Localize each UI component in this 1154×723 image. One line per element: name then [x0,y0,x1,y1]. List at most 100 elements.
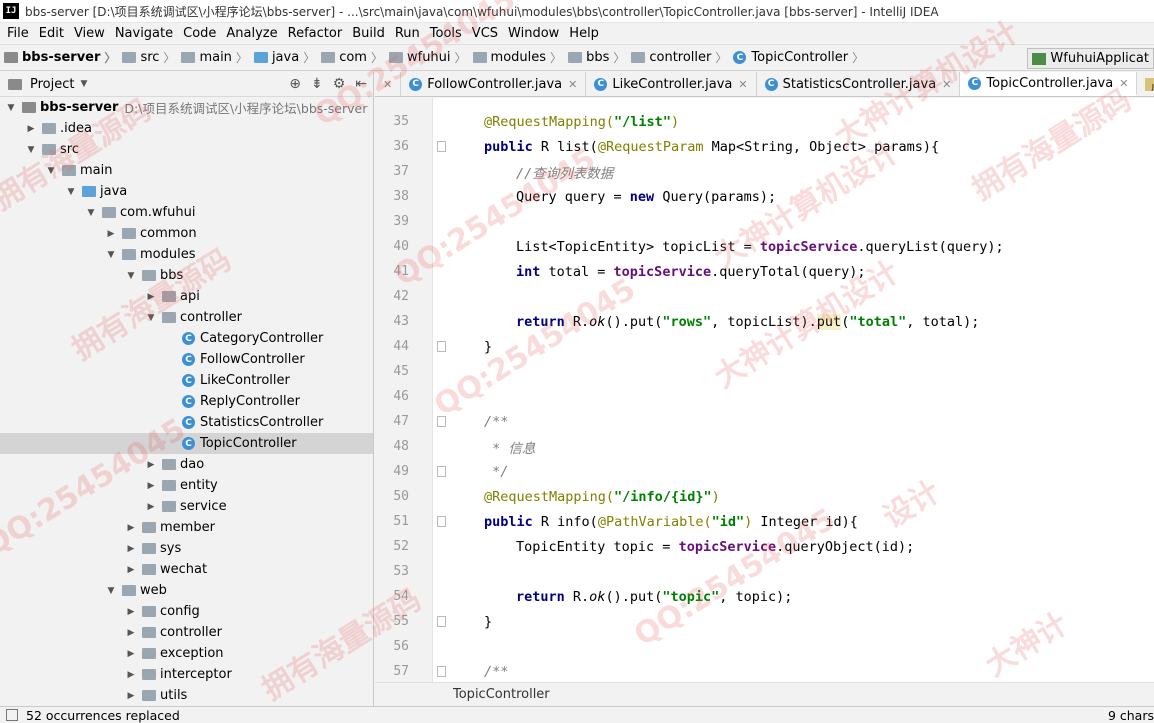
menu-navigate[interactable]: Navigate [110,26,178,41]
tree-item-web[interactable]: ▼ web [0,580,373,601]
tree-item-bbs[interactable]: ▼ bbs [0,265,373,286]
tree-item-java[interactable]: ▼ java [0,181,373,202]
tree-item-wechat[interactable]: ▶ wechat [0,559,373,580]
menu-help[interactable]: Help [564,26,604,41]
code-text[interactable]: /** [484,664,508,680]
chevron-down-icon[interactable]: ▼ [124,271,138,281]
code-text[interactable]: @RequestMapping("/list") [484,114,679,130]
menu-window[interactable]: Window [503,26,564,41]
chevron-right-icon[interactable]: ▶ [144,292,158,302]
project-panel-header[interactable]: Project ▼ ⊕ ⇟ ⚙ ⇤ [0,72,373,97]
locate-icon[interactable]: ⊕ [289,76,301,92]
code-text[interactable]: TopicEntity topic = topicService.queryOb… [516,539,914,555]
tree-item--idea[interactable]: ▶ .idea [0,118,373,139]
code-text[interactable]: } [484,339,492,355]
chevron-right-icon[interactable]: ▶ [124,523,138,533]
chevron-right-icon[interactable]: ▶ [124,649,138,659]
code-editor[interactable]: 35 @RequestMapping("/list") 36 public R lis… [375,98,1154,682]
tree-item-service[interactable]: ▶ service [0,496,373,517]
menu-refactor[interactable]: Refactor [283,26,348,41]
tab-overflow[interactable]: ✕ [375,72,402,96]
tree-item-likecontroller[interactable]: C LikeController [0,370,373,391]
editor-breadcrumb[interactable]: TopicController [375,682,1154,706]
code-text[interactable]: } [484,614,492,630]
code-text[interactable]: //查询列表数据 [516,162,613,182]
nav-crumb-controller[interactable]: controller 〉 [627,49,729,66]
menu-build[interactable]: Build [347,26,390,41]
nav-crumb-com[interactable]: com 〉 [317,49,385,66]
nav-crumb-main[interactable]: main 〉 [177,49,250,66]
chevron-down-icon[interactable]: ▼ [144,313,158,323]
close-icon[interactable]: ✕ [568,78,577,91]
code-text[interactable]: @RequestMapping("/info/{id}") [484,489,720,505]
tree-item-replycontroller[interactable]: C ReplyController [0,391,373,412]
tree-item-exception[interactable]: ▶ exception [0,643,373,664]
menu-file[interactable]: File [2,26,34,41]
tree-item-sys[interactable]: ▶ sys [0,538,373,559]
menu-analyze[interactable]: Analyze [221,26,282,41]
tab-statisticscontroller-java[interactable]: C StatisticsController.java ✕ [757,72,961,96]
fold-marker-icon[interactable] [437,416,446,427]
tree-item-topiccontroller[interactable]: C TopicController [0,433,373,454]
tree-item-followcontroller[interactable]: C FollowController [0,349,373,370]
chevron-down-icon[interactable]: ▼ [84,208,98,218]
tree-item-categorycontroller[interactable]: C CategoryController [0,328,373,349]
run-configuration-selector[interactable]: WfuhuiApplicat [1027,48,1154,69]
hide-panel-icon[interactable]: ⇤ [355,76,367,92]
close-icon[interactable]: ✕ [942,78,951,91]
tree-item-com-wfuhui[interactable]: ▼ com.wfuhui [0,202,373,223]
nav-crumb-bbs-server[interactable]: bbs-server 〉 [0,49,118,66]
tree-item-dao[interactable]: ▶ dao [0,454,373,475]
chevron-right-icon[interactable]: ▶ [104,229,118,239]
code-text[interactable]: Query query = new Query(params); [516,189,776,205]
fold-marker-icon[interactable] [437,616,446,627]
chevron-right-icon[interactable]: ▶ [124,670,138,680]
chevron-right-icon[interactable]: ▶ [124,691,138,701]
chevron-right-icon[interactable]: ▶ [144,481,158,491]
chevron-down-icon[interactable]: ▼ [64,187,78,197]
tree-item-config[interactable]: ▶ config [0,601,373,622]
nav-crumb-src[interactable]: src 〉 [118,49,177,66]
code-text[interactable]: */ [484,464,508,480]
nav-crumb-modules[interactable]: modules 〉 [469,49,565,66]
menu-run[interactable]: Run [390,26,425,41]
close-icon[interactable]: ✕ [383,78,392,91]
code-text[interactable]: * 信息 [484,437,535,457]
nav-crumb-topiccontroller[interactable]: C TopicController 〉 [729,49,866,66]
tree-item-controller[interactable]: ▼ controller [0,307,373,328]
chevron-down-icon[interactable]: ▼ [24,145,38,155]
tree-item-interceptor[interactable]: ▶ interceptor [0,664,373,685]
nav-crumb-java[interactable]: java 〉 [250,49,317,66]
tree-item-common[interactable]: ▶ common [0,223,373,244]
chevron-right-icon[interactable]: ▶ [124,544,138,554]
menu-edit[interactable]: Edit [34,26,69,41]
chevron-down-icon[interactable]: ▼ [104,586,118,596]
menu-view[interactable]: View [69,26,110,41]
tab-compone[interactable]: JScompone [1137,72,1154,96]
close-icon[interactable]: ✕ [738,78,747,91]
tree-item-src[interactable]: ▼ src [0,139,373,160]
code-text[interactable]: return R.ok().put("topic", topic); [516,589,792,605]
chevron-down-icon[interactable]: ▼ [104,250,118,260]
chevron-right-icon[interactable]: ▶ [24,124,38,134]
menu-vcs[interactable]: VCS [467,26,503,41]
tree-item-member[interactable]: ▶ member [0,517,373,538]
chevron-right-icon[interactable]: ▶ [144,460,158,470]
fold-marker-icon[interactable] [437,466,446,477]
tree-item-utils[interactable]: ▶ utils [0,685,373,706]
tree-item-statisticscontroller[interactable]: C StatisticsController [0,412,373,433]
tool-window-toggle-icon[interactable] [6,709,18,721]
chevron-down-icon[interactable]: ▼ [4,103,18,113]
code-text[interactable]: int total = topicService.queryTotal(quer… [516,264,866,280]
tab-likecontroller-java[interactable]: C LikeController.java ✕ [586,72,757,96]
close-icon[interactable]: ✕ [1119,77,1128,90]
tab-followcontroller-java[interactable]: C FollowController.java ✕ [401,72,587,96]
menu-tools[interactable]: Tools [425,26,467,41]
tab-topiccontroller-java[interactable]: C TopicController.java ✕ [960,72,1138,96]
fold-marker-icon[interactable] [437,141,446,152]
editor-breadcrumb-class[interactable]: TopicController [453,687,550,702]
fold-marker-icon[interactable] [437,666,446,677]
fold-marker-icon[interactable] [437,516,446,527]
chevron-down-icon[interactable]: ▼ [44,166,58,176]
collapse-all-icon[interactable]: ⇟ [311,76,323,92]
